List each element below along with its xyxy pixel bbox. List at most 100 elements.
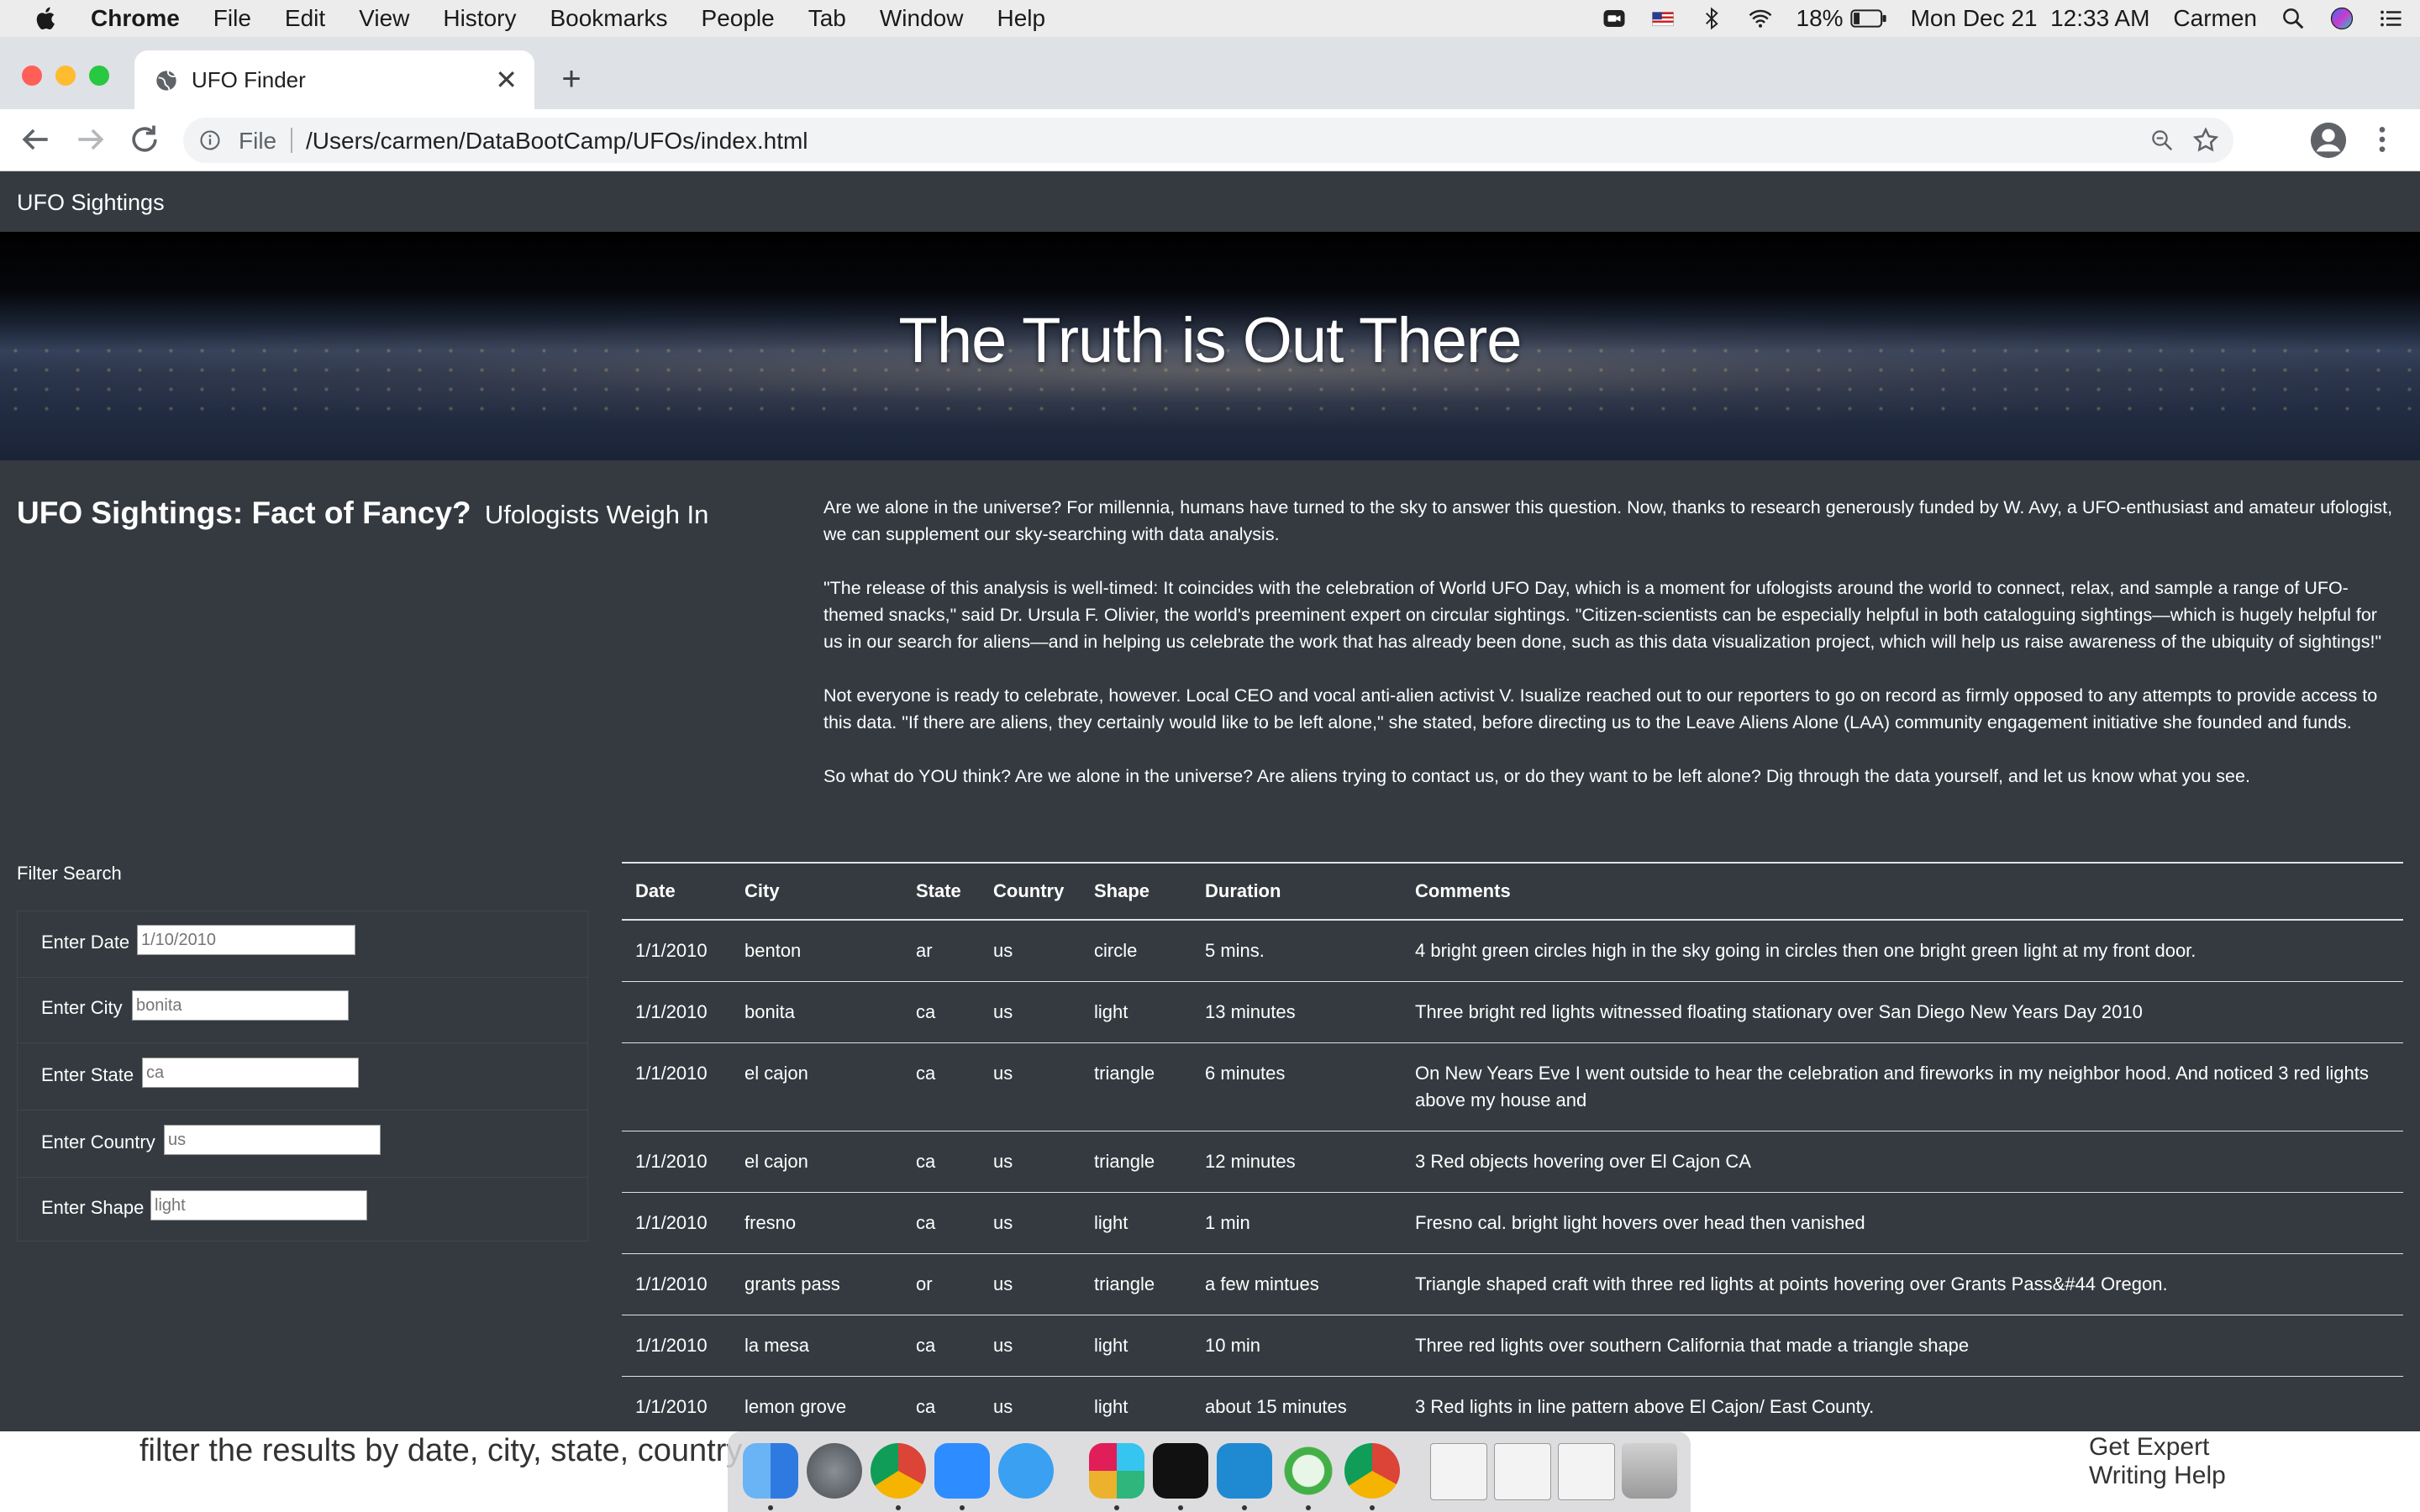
- cell-city: benton: [731, 920, 902, 982]
- back-arrow-icon[interactable]: [17, 121, 54, 158]
- notification-center-icon[interactable]: [2378, 6, 2403, 31]
- url-text[interactable]: /Users/carmen/DataBootCamp/UFOs/index.ht…: [306, 128, 808, 155]
- header-duration: Duration: [1192, 862, 1402, 921]
- menu-file[interactable]: File: [213, 5, 251, 32]
- filter-row-date: Enter Date: [18, 911, 587, 978]
- window-close-button[interactable]: [22, 66, 42, 86]
- cell-comments: Three bright red lights witnessed floati…: [1402, 981, 2403, 1043]
- minimized-window-thumbnail[interactable]: [1494, 1443, 1551, 1500]
- apple-icon[interactable]: [32, 4, 60, 33]
- header-country: Country: [980, 862, 1081, 921]
- city-input[interactable]: [132, 990, 349, 1021]
- reload-icon[interactable]: [126, 121, 163, 158]
- zoom-magnifier-icon[interactable]: [2149, 128, 2175, 153]
- article-subtitle: Ufologists Weigh In: [484, 500, 709, 529]
- siri-icon[interactable]: [2329, 6, 2354, 31]
- shape-input[interactable]: [150, 1190, 367, 1221]
- finder-icon[interactable]: [743, 1443, 798, 1499]
- hero-banner: The Truth is Out There: [0, 232, 2420, 460]
- cell-shape: circle: [1081, 920, 1192, 982]
- cell-duration: about 15 minutes: [1192, 1376, 1402, 1431]
- cell-comments: 3 Red objects hovering over El Cajon CA: [1402, 1131, 2403, 1193]
- cell-comments: Three red lights over southern Californi…: [1402, 1315, 2403, 1377]
- menu-app-name[interactable]: Chrome: [91, 5, 180, 32]
- navbar: UFO Sightings: [0, 171, 2420, 232]
- cell-duration: a few mintues: [1192, 1253, 1402, 1315]
- zoom-icon[interactable]: [934, 1443, 990, 1499]
- date-input[interactable]: [137, 925, 355, 955]
- chrome-icon[interactable]: [871, 1443, 926, 1499]
- forward-arrow-icon[interactable]: [72, 121, 109, 158]
- chrome-canary-icon[interactable]: [1344, 1443, 1400, 1499]
- menu-edit[interactable]: Edit: [285, 5, 325, 32]
- vscode-icon[interactable]: [1217, 1443, 1272, 1499]
- cell-city: la mesa: [731, 1315, 902, 1377]
- filter-panel: Enter Date Enter City Enter State Enter …: [17, 911, 588, 1242]
- table-row: 1/1/2010 la mesa ca us light 10 min Three red …: [622, 1315, 2403, 1377]
- messages-icon[interactable]: [998, 1443, 1054, 1499]
- navbar-brand[interactable]: UFO Sightings: [17, 190, 165, 216]
- spotlight-search-icon[interactable]: [2281, 6, 2306, 31]
- minimized-window-thumbnail[interactable]: [1558, 1443, 1615, 1500]
- article-title-main: UFO Sightings: Fact of Fancy?: [17, 496, 471, 530]
- article-title: UFO Sightings: Fact of Fancy? Ufologists…: [17, 496, 708, 531]
- bluetooth-icon[interactable]: [1699, 6, 1724, 31]
- filter-row-shape: Enter Shape: [18, 1177, 587, 1242]
- battery-icon[interactable]: [1849, 6, 1887, 31]
- globe-icon: [156, 70, 177, 91]
- bookmark-star-icon[interactable]: [2191, 126, 2220, 155]
- launchpad-icon[interactable]: [807, 1443, 862, 1499]
- new-tab-icon[interactable]: +: [555, 60, 588, 98]
- anaconda-icon[interactable]: [1281, 1443, 1336, 1499]
- address-bar[interactable]: File /Users/carmen/DataBootCamp/UFOs/ind…: [183, 118, 2233, 163]
- wifi-icon[interactable]: [1748, 6, 1773, 31]
- cell-date: 1/1/2010: [622, 981, 731, 1043]
- zoom-app-icon[interactable]: [1602, 6, 1627, 31]
- state-label: Enter State: [41, 1064, 134, 1085]
- menu-view[interactable]: View: [359, 5, 409, 32]
- slack-icon[interactable]: [1089, 1443, 1144, 1499]
- trash-icon[interactable]: [1622, 1443, 1677, 1499]
- country-input[interactable]: [164, 1125, 381, 1155]
- cell-country: us: [980, 981, 1081, 1043]
- browser-toolbar: File /Users/carmen/DataBootCamp/UFOs/ind…: [0, 109, 2420, 171]
- cell-state: ar: [902, 920, 980, 982]
- window-zoom-button[interactable]: [89, 66, 109, 86]
- clock[interactable]: Mon Dec 21 12:33 AM: [1911, 5, 2150, 32]
- user-name[interactable]: Carmen: [2173, 5, 2257, 32]
- window-minimize-button[interactable]: [55, 66, 76, 86]
- tab-close-icon[interactable]: ✕: [495, 64, 518, 96]
- menu-help[interactable]: Help: [997, 5, 1045, 32]
- cell-date: 1/1/2010: [622, 1131, 731, 1193]
- cell-shape: triangle: [1081, 1042, 1192, 1131]
- header-comments: Comments: [1402, 862, 2403, 921]
- table-row: 1/1/2010 fresno ca us light 1 min Fresno cal. …: [622, 1192, 2403, 1254]
- cell-city: bonita: [731, 981, 902, 1043]
- ufo-table: Date City State Country Shape Duration C…: [622, 862, 2403, 1431]
- shape-label: Enter Shape: [41, 1197, 145, 1218]
- info-icon[interactable]: [198, 129, 222, 152]
- menu-window[interactable]: Window: [880, 5, 964, 32]
- running-indicator: [1178, 1505, 1183, 1510]
- terminal-icon[interactable]: [1153, 1443, 1208, 1499]
- cell-state: ca: [902, 981, 980, 1043]
- menu-people[interactable]: People: [702, 5, 775, 32]
- profile-avatar-icon[interactable]: [2309, 121, 2348, 160]
- article-paragraph: Are we alone in the universe? For millen…: [823, 497, 2393, 544]
- menu-tab[interactable]: Tab: [808, 5, 846, 32]
- filter-search-heading: Filter Search: [17, 863, 122, 884]
- more-menu-icon[interactable]: [2370, 123, 2395, 156]
- state-input[interactable]: [142, 1058, 359, 1088]
- running-indicator: [1370, 1505, 1375, 1510]
- background-text-right-2: Writing Help: [2089, 1462, 2226, 1489]
- header-date: Date: [622, 862, 731, 921]
- minimized-window-thumbnail[interactable]: [1430, 1443, 1487, 1500]
- menu-bookmarks[interactable]: Bookmarks: [550, 5, 667, 32]
- cell-state: ca: [902, 1376, 980, 1431]
- menu-history[interactable]: History: [443, 5, 516, 32]
- cell-country: us: [980, 1131, 1081, 1193]
- us-flag-icon[interactable]: [1650, 6, 1676, 31]
- tab-ufo-finder[interactable]: UFO Finder ✕: [134, 50, 534, 109]
- cell-date: 1/1/2010: [622, 1042, 731, 1131]
- article-paragraph: "The release of this analysis is well-ti…: [823, 578, 2382, 652]
